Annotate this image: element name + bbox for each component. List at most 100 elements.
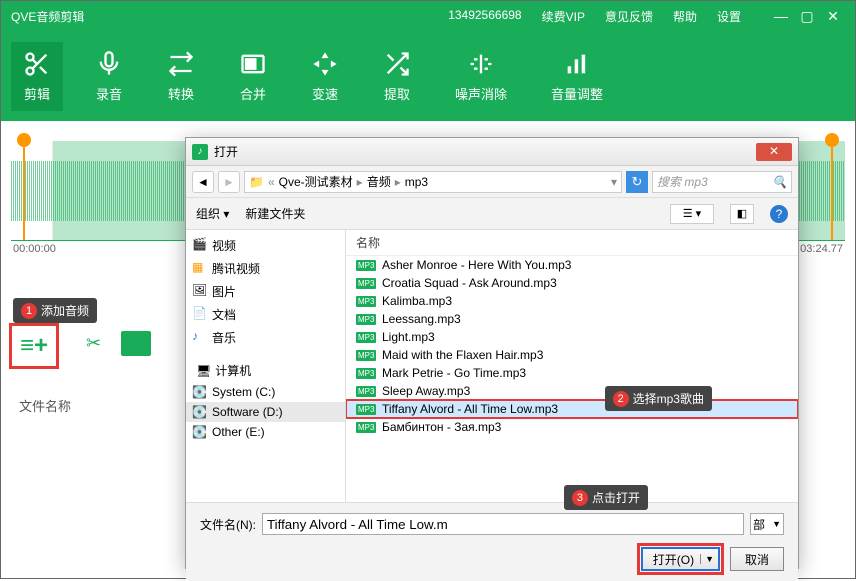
file-name: Tiffany Alvord - All Time Low.mp3 — [382, 402, 558, 416]
file-row[interactable]: MP3 Leessang.mp3 — [346, 310, 798, 328]
mp3-icon: MP3 — [356, 314, 376, 325]
cut-icon[interactable]: ✂ — [86, 333, 101, 354]
mp3-icon: MP3 — [356, 368, 376, 379]
music-icon: ♪ — [192, 329, 206, 343]
merge-icon — [239, 50, 267, 78]
dialog-icon: ♪ — [192, 144, 208, 160]
sidebar-drive-d: 💽Software (D:) — [186, 402, 345, 422]
video-icon: 🎬 — [192, 237, 206, 251]
time-start: 00:00:00 — [13, 243, 56, 255]
mic-icon — [95, 50, 123, 78]
dialog-title: 打开 — [214, 143, 756, 160]
volume-icon — [563, 50, 591, 78]
file-list[interactable]: 名称 MP3Asher Monroe - Here With You.mp3MP… — [346, 230, 798, 502]
file-name: Croatia Squad - Ask Around.mp3 — [382, 276, 557, 290]
tool-extract[interactable]: 提取 — [371, 42, 423, 111]
denoise-icon — [467, 50, 495, 78]
organize-menu[interactable]: 组织 ▾ — [196, 205, 229, 222]
close-button[interactable]: ✕ — [821, 8, 845, 25]
filename-input[interactable] — [262, 513, 744, 535]
annotation-add-audio: 1添加音频 — [13, 298, 97, 323]
add-audio-button[interactable]: ≡+ — [9, 323, 59, 369]
file-name: Mark Petrie - Go Time.mp3 — [382, 366, 526, 380]
file-row[interactable]: MP3 Sleep Away.mp3 — [346, 382, 798, 400]
drive-icon: 💽 — [192, 385, 206, 399]
cancel-button[interactable]: 取消 — [730, 547, 784, 571]
file-row[interactable]: MP3 Бамбинтон - Зая.mp3 — [346, 418, 798, 436]
view-mode-button[interactable]: ☰ ▾ — [670, 204, 714, 224]
help-link[interactable]: 帮助 — [665, 8, 705, 25]
file-row[interactable]: MP3 Asher Monroe - Here With You.mp3 — [346, 256, 798, 274]
nav-forward-button[interactable]: ► — [218, 171, 240, 193]
mp3-icon: MP3 — [356, 350, 376, 361]
file-row[interactable]: MP3 Croatia Squad - Ask Around.mp3 — [346, 274, 798, 292]
end-marker[interactable] — [831, 141, 833, 240]
phone-number: 13492566698 — [440, 8, 529, 25]
image-icon: 🖼 — [192, 283, 206, 297]
file-name: Leessang.mp3 — [382, 312, 461, 326]
tool-convert[interactable]: 转换 — [155, 42, 207, 111]
open-file-dialog: ♪ 打开 ✕ ◄ ► 📁 « Qve-测试素材▸ 音频▸ mp3 ▾ ↻ 搜索 … — [185, 137, 799, 569]
sidebar-item-video: 🎬视频 — [186, 234, 345, 257]
tencent-icon: ▦ — [192, 260, 206, 274]
new-folder-button[interactable]: 新建文件夹 — [245, 205, 305, 222]
search-input[interactable]: 搜索 mp3 🔍 — [652, 171, 792, 193]
computer-icon: 🖥 — [196, 364, 211, 378]
dialog-close-button[interactable]: ✕ — [756, 143, 792, 161]
sidebar-computer: 🖥计算机 — [186, 359, 345, 382]
file-name: Kalimba.mp3 — [382, 294, 452, 308]
mp3-icon: MP3 — [356, 404, 376, 415]
tool-record[interactable]: 录音 — [83, 42, 135, 111]
file-name: Бамбинтон - Зая.mp3 — [382, 420, 501, 434]
tool-denoise[interactable]: 噪声消除 — [443, 42, 519, 111]
sidebar-item-pictures: 🖼图片 — [186, 280, 345, 303]
file-name: Asher Monroe - Here With You.mp3 — [382, 258, 571, 272]
drive-icon: 💽 — [192, 425, 206, 439]
file-name: Sleep Away.mp3 — [382, 384, 470, 398]
file-row[interactable]: MP3 Mark Petrie - Go Time.mp3 — [346, 364, 798, 382]
breadcrumb[interactable]: 📁 « Qve-测试素材▸ 音频▸ mp3 ▾ — [244, 171, 622, 193]
sidebar-item-documents: 📄文档 — [186, 303, 345, 326]
file-row[interactable]: MP3Kalimba.mp3 — [346, 292, 798, 310]
feedback-link[interactable]: 意见反馈 — [597, 8, 661, 25]
sidebar-drive-c: 💽System (C:) — [186, 382, 345, 402]
file-row[interactable]: MP3 Tiffany Alvord - All Time Low.mp3 — [346, 400, 798, 418]
tool-cut[interactable]: 剪辑 — [11, 42, 63, 111]
tool-merge[interactable]: 合并 — [227, 42, 279, 111]
nav-back-button[interactable]: ◄ — [192, 171, 214, 193]
open-button[interactable]: 打开(O)▼ — [641, 547, 720, 571]
annotation-select-mp3: 2选择mp3歌曲 — [605, 386, 712, 411]
file-name: Light.mp3 — [382, 330, 435, 344]
vip-link[interactable]: 续费VIP — [534, 8, 593, 25]
file-row[interactable]: MP3 Light.mp3 — [346, 328, 798, 346]
preview-pane-button[interactable]: ◧ — [730, 204, 754, 224]
mp3-icon: MP3 — [356, 278, 376, 289]
maximize-button[interactable]: ▢ — [795, 8, 819, 25]
annotation-click-open: 3点击打开 — [564, 485, 648, 510]
filetype-dropdown[interactable]: 部▼ — [750, 513, 784, 535]
mp3-icon: MP3 — [356, 386, 376, 397]
file-row[interactable]: MP3 Maid with the Flaxen Hair.mp3 — [346, 346, 798, 364]
filename-label: 文件名(N): — [200, 516, 256, 533]
tool-volume[interactable]: 音量调整 — [539, 42, 615, 111]
tool-speed[interactable]: 变速 — [299, 42, 351, 111]
drive-icon: 💽 — [192, 405, 206, 419]
file-name: Maid with the Flaxen Hair.mp3 — [382, 348, 543, 362]
sidebar-item-music: ♪音乐 — [186, 326, 345, 349]
speed-icon — [311, 50, 339, 78]
app-title: QVE音频剪辑 — [11, 8, 440, 25]
settings-link[interactable]: 设置 — [709, 8, 749, 25]
column-name[interactable]: 名称 — [346, 230, 798, 256]
mp3-icon: MP3 — [356, 332, 376, 343]
lp-badge[interactable]: LP — [121, 331, 151, 356]
folder-tree[interactable]: 🎬视频 ▦腾讯视频 🖼图片 📄文档 ♪音乐 🖥计算机 💽System (C:) … — [186, 230, 346, 502]
start-marker[interactable] — [23, 141, 25, 240]
mp3-icon: MP3 — [356, 260, 376, 271]
help-button[interactable]: ? — [770, 205, 788, 223]
minimize-button[interactable]: — — [769, 8, 793, 25]
mp3-icon: MP3 — [356, 422, 376, 433]
refresh-button[interactable]: ↻ — [626, 171, 648, 193]
sidebar-item-tencent: ▦腾讯视频 — [186, 257, 345, 280]
folder-icon: 📁 — [249, 175, 264, 189]
sidebar-drive-e: 💽Other (E:) — [186, 422, 345, 442]
